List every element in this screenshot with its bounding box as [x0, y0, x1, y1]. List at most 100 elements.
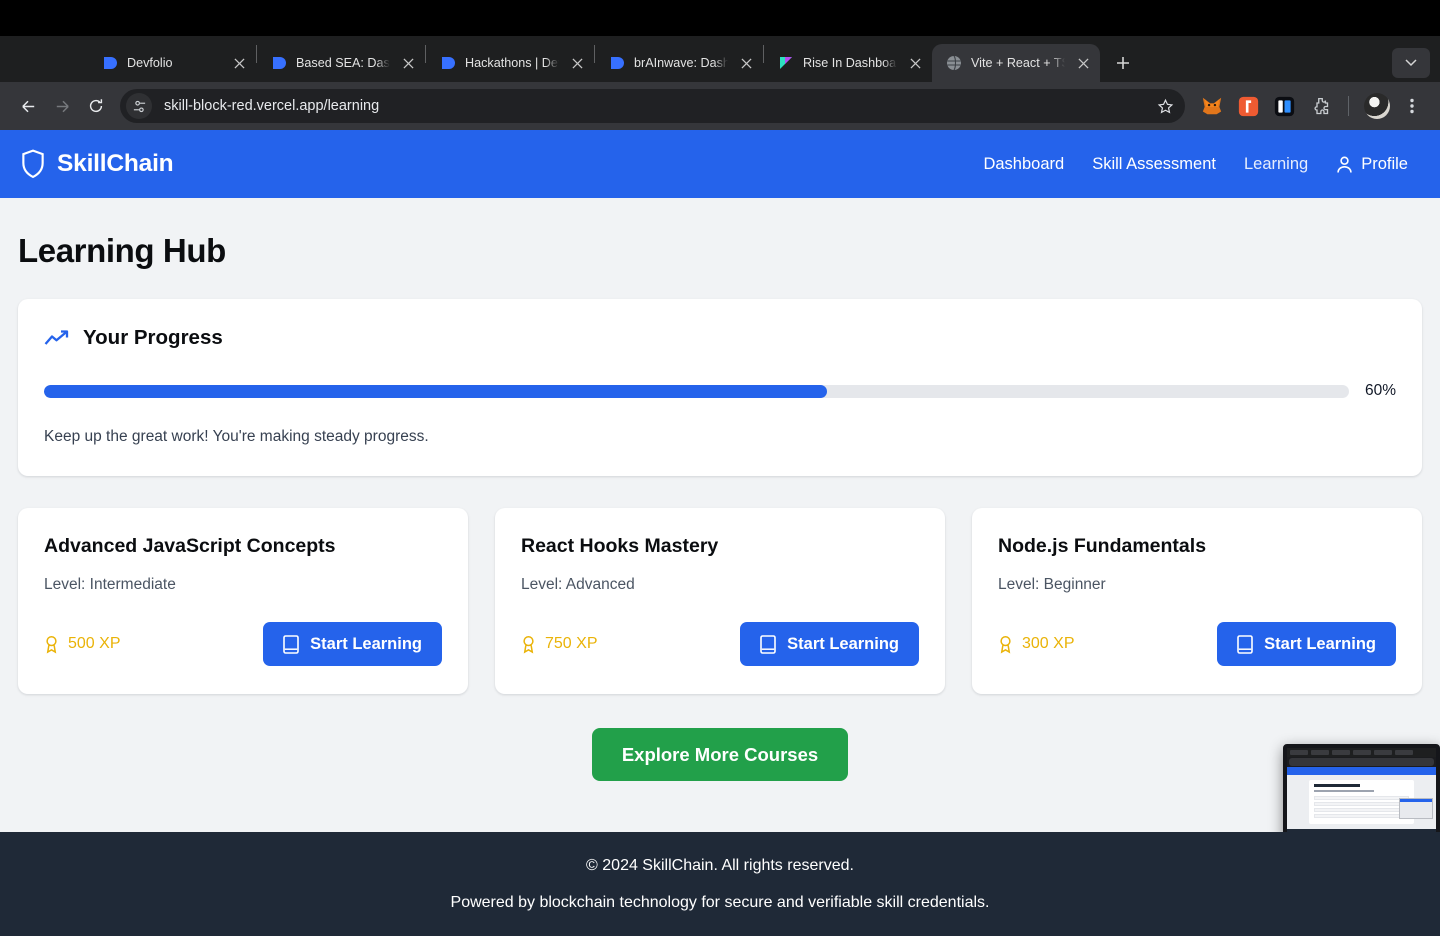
metamask-fox-icon[interactable] [1198, 92, 1226, 120]
course-footer: 500 XP Start Learning [44, 622, 442, 666]
course-title: Advanced JavaScript Concepts [44, 535, 336, 557]
browser-tab[interactable]: Hackathons | Devfolio [426, 44, 594, 82]
progress-track [44, 384, 1349, 398]
pip-address-bar [1289, 758, 1434, 766]
nav-item-skill-assessment[interactable]: Skill Assessment [1092, 155, 1216, 174]
xp-value: 500 XP [68, 635, 121, 652]
start-learning-button[interactable]: Start Learning [263, 622, 442, 666]
page-title: Learning Hub [18, 232, 226, 269]
avatar[interactable] [1363, 92, 1391, 120]
progress-card: Your Progress 60% Keep up the great work… [18, 299, 1422, 476]
app-footer: © 2024 SkillChain. All rights reserved. … [0, 832, 1440, 936]
browser-tab[interactable]: Rise In Dashboard | [764, 44, 932, 82]
browser-tab[interactable]: brAInwave: Dashboard [595, 44, 763, 82]
globe-icon [947, 55, 961, 71]
address-bar[interactable]: skill-block-red.vercel.app/learning [120, 89, 1185, 123]
risein-icon [780, 57, 792, 69]
new-tab-button[interactable] [1108, 48, 1138, 78]
tab-title: Hackathons | Devfolio [465, 56, 559, 70]
start-learning-label: Start Learning [787, 634, 899, 653]
course-list: Advanced JavaScript Concepts Level: Inte… [18, 508, 1422, 694]
tab-title: Based SEA: Dashboard [296, 56, 390, 70]
course-card: React Hooks Mastery Level: Advanced 750 … [495, 508, 945, 694]
xp-value: 300 XP [1022, 635, 1075, 652]
start-learning-button[interactable]: Start Learning [740, 622, 919, 666]
trending-up-icon [44, 330, 69, 345]
toolbar-divider [1348, 96, 1349, 116]
close-icon[interactable] [737, 54, 755, 72]
close-icon[interactable] [568, 54, 586, 72]
url-text: skill-block-red.vercel.app/learning [164, 98, 380, 114]
browser-toolbar: skill-block-red.vercel.app/learning [0, 82, 1440, 130]
close-icon[interactable] [1074, 54, 1092, 72]
tab-strip-right [1392, 48, 1440, 82]
forward-arrow-icon [46, 90, 78, 122]
devfolio-icon [442, 57, 455, 69]
star-icon[interactable] [1151, 92, 1179, 120]
nav-item-dashboard[interactable]: Dashboard [983, 155, 1064, 174]
progress-percent-label: 60% [1364, 382, 1396, 399]
page-content: Learning Hub Your Progress 60% Keep up t… [0, 198, 1440, 781]
close-icon[interactable] [399, 54, 417, 72]
app-header: SkillChain Dashboard Skill Assessment Le… [0, 130, 1440, 198]
devfolio-icon [104, 57, 117, 69]
award-icon [46, 635, 57, 653]
course-level: Level: Advanced [521, 576, 635, 593]
nav-item-profile-label: Profile [1361, 154, 1408, 173]
start-learning-label: Start Learning [310, 634, 422, 653]
user-icon [1337, 156, 1352, 173]
xp-value: 750 XP [545, 635, 598, 652]
award-icon [523, 635, 534, 653]
tab-title: Devfolio [127, 56, 173, 70]
progress-note: Keep up the great work! You're making st… [44, 428, 429, 445]
devfolio-icon [611, 57, 624, 69]
tune-icon[interactable] [126, 93, 152, 119]
course-footer: 300 XP Start Learning [998, 622, 1396, 666]
puzzle-piece-extensions-icon[interactable] [1306, 92, 1334, 120]
footer-tagline: Powered by blockchain technology for sec… [450, 893, 990, 911]
orange-extension-icon[interactable] [1234, 92, 1262, 120]
pip-nested-thumbnail [1399, 798, 1433, 819]
start-learning-label: Start Learning [1264, 634, 1376, 653]
course-card: Advanced JavaScript Concepts Level: Inte… [18, 508, 468, 694]
tab-search-chevron-down-icon[interactable] [1392, 48, 1430, 78]
footer-copyright: © 2024 SkillChain. All rights reserved. [586, 856, 854, 874]
browser-tab[interactable]: Devfolio [88, 44, 256, 82]
course-level: Level: Beginner [998, 576, 1106, 593]
page-viewport: SkillChain Dashboard Skill Assessment Le… [0, 130, 1440, 936]
nav-item-profile[interactable]: Profile [1336, 155, 1408, 174]
course-title: React Hooks Mastery [521, 535, 719, 557]
shield-icon [22, 149, 44, 179]
app-nav: Dashboard Skill Assessment Learning Prof… [983, 155, 1422, 174]
picture-in-picture-preview[interactable] [1283, 744, 1440, 842]
close-icon[interactable] [906, 54, 924, 72]
book-icon [283, 634, 299, 654]
pip-tab-strip [1287, 748, 1436, 757]
window-title-bar [0, 0, 1440, 36]
close-icon[interactable] [230, 54, 248, 72]
xp-badge: 300 XP [998, 635, 1074, 654]
pip-app-header [1287, 767, 1436, 775]
browser-tab-active[interactable]: Vite + React + TS [932, 44, 1100, 82]
three-dot-menu-icon[interactable] [1396, 90, 1428, 122]
progress-bar-row: 60% [44, 382, 1396, 400]
progress-fill [44, 384, 827, 398]
brand-logo[interactable]: SkillChain [20, 149, 174, 179]
tab-strip: Devfolio Based SEA: Dashboard Hackathons… [0, 36, 1440, 82]
explore-more-courses-button[interactable]: Explore More Courses [591, 728, 849, 781]
progress-title: Your Progress [83, 326, 223, 349]
brand-name: SkillChain [57, 150, 174, 177]
back-arrow-icon[interactable] [12, 90, 44, 122]
pip-content [1287, 748, 1436, 838]
reload-icon[interactable] [80, 90, 112, 122]
course-level: Level: Intermediate [44, 576, 176, 593]
devfolio-icon [273, 57, 286, 69]
explore-row: Explore More Courses [18, 728, 1422, 781]
browser-tab[interactable]: Based SEA: Dashboard [257, 44, 425, 82]
nav-item-learning[interactable]: Learning [1244, 155, 1308, 174]
start-learning-button[interactable]: Start Learning [1217, 622, 1396, 666]
course-title: Node.js Fundamentals [998, 535, 1207, 557]
tab-title: Rise In Dashboard | [803, 56, 897, 70]
blue-extension-icon[interactable] [1270, 92, 1298, 120]
tab-title: Vite + React + TS [971, 56, 1065, 70]
